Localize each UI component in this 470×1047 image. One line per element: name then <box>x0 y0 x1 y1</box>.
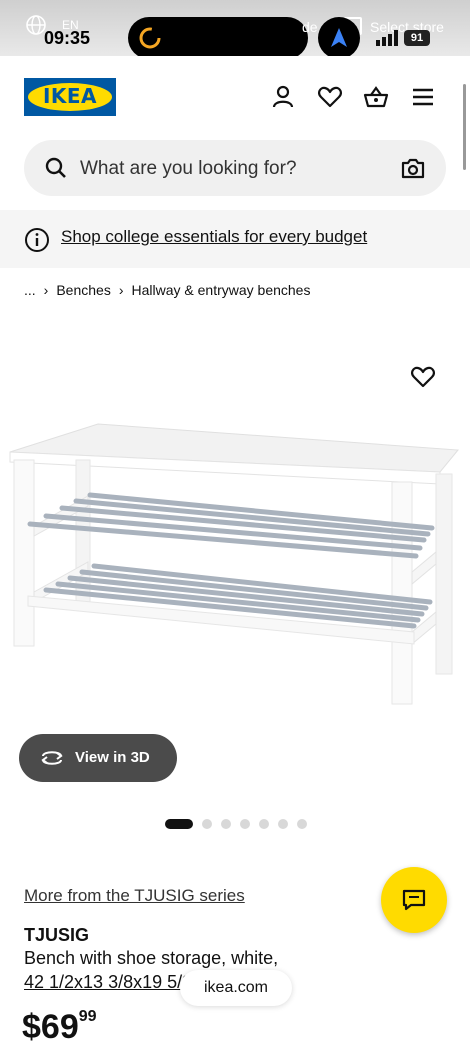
scrollbar[interactable] <box>463 84 466 170</box>
product-description: Bench with shoe storage, white, <box>24 948 279 968</box>
globe-icon <box>26 15 46 35</box>
rotate-3d-icon <box>41 751 63 765</box>
price-cents: 99 <box>78 1008 97 1025</box>
search-input[interactable]: What are you looking for? <box>80 158 297 180</box>
status-bar: EN 09:35 de Select store 91 <box>0 0 470 59</box>
view-in-3d-label: View in 3D <box>75 749 150 766</box>
logo-text: IKEA <box>42 84 98 108</box>
signal-icon <box>376 30 398 46</box>
site-header: IKEA <box>0 56 470 140</box>
product-name: TJUSIG <box>24 925 90 945</box>
breadcrumb-ellipsis[interactable]: ... <box>24 282 36 298</box>
ikea-logo[interactable]: IKEA <box>24 78 116 116</box>
location-button[interactable] <box>318 17 360 59</box>
info-icon <box>25 228 49 252</box>
user-icon[interactable] <box>270 84 296 110</box>
chevron-right-icon: › <box>118 282 124 298</box>
dynamic-island <box>128 17 308 59</box>
camera-search-icon[interactable] <box>400 156 426 180</box>
breadcrumb-item-benches[interactable]: Benches <box>56 282 110 298</box>
activity-ring-icon <box>139 27 161 49</box>
add-to-favourites-icon[interactable] <box>410 364 436 390</box>
search-bar[interactable]: What are you looking for? <box>24 140 446 196</box>
image-carousel-dots[interactable] <box>165 819 307 829</box>
battery-indicator: 91 <box>404 30 430 46</box>
carousel-dot[interactable] <box>221 819 231 829</box>
breadcrumb-item-hallway-benches[interactable]: Hallway & entryway benches <box>132 282 311 298</box>
heart-icon[interactable] <box>317 84 343 110</box>
navigation-arrow-icon <box>331 28 347 47</box>
promo-banner-link[interactable]: Shop college essentials for every budget <box>61 227 367 247</box>
carousel-dot[interactable] <box>259 819 269 829</box>
breadcrumb: ... › Benches › Hallway & entryway bench… <box>24 282 310 298</box>
carousel-dot[interactable] <box>297 819 307 829</box>
mode-label: de <box>302 19 318 35</box>
search-icon <box>45 157 66 178</box>
promo-banner[interactable]: Shop college essentials for every budget <box>0 210 470 268</box>
series-link[interactable]: More from the TJUSIG series <box>24 886 245 906</box>
product-price: $6999 <box>22 1008 97 1047</box>
carousel-dot[interactable] <box>202 819 212 829</box>
clock: 09:35 <box>44 28 91 48</box>
menu-icon[interactable] <box>410 84 436 110</box>
chat-button[interactable] <box>381 867 447 933</box>
product-dimensions-link[interactable]: 42 1/2x13 3/8x19 5/8" <box>24 972 199 993</box>
carousel-dot[interactable] <box>240 819 250 829</box>
chevron-right-icon: › <box>43 282 49 298</box>
browser-url-pill[interactable]: ikea.com <box>180 970 292 1006</box>
view-in-3d-button[interactable]: View in 3D <box>19 734 177 782</box>
product-image[interactable] <box>0 400 470 730</box>
price-main: $69 <box>22 1008 79 1046</box>
carousel-dot[interactable] <box>165 819 193 829</box>
chat-bubble-icon <box>402 889 426 911</box>
basket-icon[interactable] <box>363 84 389 110</box>
carousel-dot[interactable] <box>278 819 288 829</box>
